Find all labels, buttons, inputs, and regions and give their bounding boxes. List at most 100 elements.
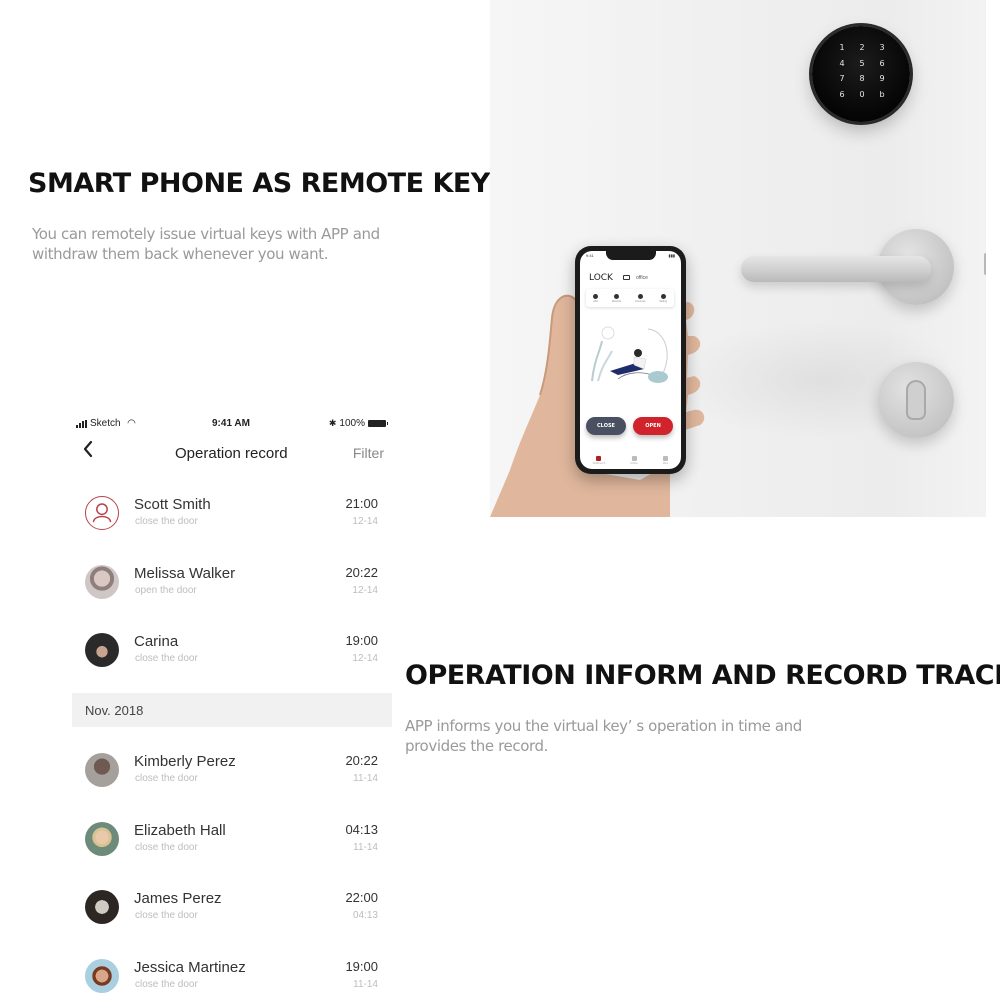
tab-label: Add — [593, 299, 598, 303]
status-bar: Sketch ◠ 9:41 AM ✱ 100% — [72, 418, 392, 432]
tab-label: Records — [611, 299, 622, 303]
phone-tab-bar: Add Records Accounts Setting — [586, 289, 674, 307]
tab-label: Accounts — [635, 299, 646, 303]
phone-notch — [606, 251, 656, 260]
signal-icon — [76, 419, 87, 428]
keypad-key: 6 — [839, 89, 845, 99]
tab-label: Setting — [659, 299, 668, 303]
record-time: 19:00 — [345, 958, 378, 974]
record-row[interactable]: Scott Smith close the door 21:00 12-14 — [72, 490, 392, 540]
tab-icon — [637, 293, 643, 299]
smart-lock-keypad: 1 2 3 4 5 6 7 8 9 6 0 b — [812, 26, 910, 122]
phone-nav-item: Notice — [631, 456, 638, 465]
nav-icon — [631, 456, 637, 461]
avatar — [85, 753, 119, 787]
phone-tab: Add — [592, 293, 598, 303]
record-time: 04:13 — [345, 821, 378, 837]
record-row[interactable]: Carina close the door 19:00 12-14 — [72, 627, 392, 677]
phone-tab: Accounts — [635, 293, 646, 303]
month-section-header: Nov. 2018 — [72, 693, 392, 727]
month-label: Nov. 2018 — [85, 703, 144, 718]
record-name: Melissa Walker — [134, 564, 236, 582]
record-name: Scott Smith — [134, 496, 211, 513]
phone-status-time: 9:41 — [586, 253, 594, 258]
avatar — [85, 633, 119, 667]
keypad-key: 7 — [839, 74, 845, 83]
bluetooth-icon: ✱ — [328, 418, 337, 428]
page-title: Operation record — [175, 445, 288, 462]
keypad-key: 2 — [859, 43, 865, 52]
phone-app-title: LOCK — [589, 273, 613, 283]
record-name: Kimberly Perez — [134, 753, 236, 770]
back-button[interactable] — [82, 440, 94, 462]
keypad-key: 3 — [879, 43, 885, 52]
tab-icon — [592, 293, 598, 299]
phone-device-name: office — [636, 275, 648, 281]
record-date: 12-14 — [352, 584, 378, 596]
product-photo: 1 2 3 4 5 6 7 8 9 6 0 b 9:41 ▮▮▮ LOCK office Add Rec… — [490, 0, 986, 517]
record-action: open the door — [135, 584, 197, 596]
remote-key-headline: SMART PHONE AS REMOTE KEY — [28, 168, 490, 199]
record-row[interactable]: James Perez close the door 22:00 04:13 — [72, 884, 392, 934]
keypad-key: b — [879, 89, 885, 99]
battery-icon — [368, 420, 388, 427]
keypad-key: 4 — [839, 58, 845, 68]
tab-icon — [660, 293, 666, 299]
keypad-digits: 1 2 3 4 5 6 7 8 9 6 0 b — [832, 40, 892, 102]
phone-close-button: CLOSE — [586, 417, 626, 435]
record-date: 11-14 — [353, 773, 378, 784]
keypad-key: 8 — [859, 74, 865, 83]
phone-tab: Setting — [659, 293, 668, 303]
record-time: 20:22 — [345, 564, 378, 580]
status-time: 9:41 AM — [212, 418, 250, 429]
phone-nav-item: Workbench — [592, 456, 606, 465]
record-date: 11-14 — [353, 978, 378, 990]
phone-mockup: 9:41 ▮▮▮ LOCK office Add Records Accounts S… — [575, 246, 686, 474]
record-name: Carina — [134, 633, 179, 650]
remote-key-description: You can remotely issue virtual keys with… — [32, 225, 380, 263]
battery-icon — [623, 275, 630, 280]
avatar — [85, 564, 119, 599]
record-row[interactable]: Elizabeth Hall close the door 04:13 11-14 — [72, 816, 392, 866]
keypad-key: 6 — [879, 58, 885, 68]
record-action: close the door — [135, 773, 198, 784]
operation-record-screen: Sketch ◠ 9:41 AM ✱ 100% Operation record… — [72, 410, 392, 1000]
phone-screen: 9:41 ▮▮▮ LOCK office Add Records Accounts S… — [580, 251, 681, 469]
record-time: 22:00 — [345, 890, 378, 905]
keypad-key: 1 — [839, 43, 845, 52]
navigation-bar: Operation record Filter — [72, 440, 392, 464]
phone-open-button: OPEN — [633, 417, 673, 435]
record-name: James Perez — [134, 890, 222, 907]
relaxing-person-illustration — [591, 326, 668, 383]
record-date: 12-14 — [352, 653, 378, 664]
operation-record-headline: OPERATION INFORM AND RECORD TRACE — [405, 660, 1000, 691]
nav-label: Notice — [630, 462, 638, 465]
record-time: 21:00 — [345, 496, 378, 511]
record-name: Elizabeth Hall — [134, 821, 226, 839]
record-row[interactable]: Jessica Martinez close the door 19:00 11-14 — [72, 953, 392, 1000]
record-date: 04:13 — [352, 910, 378, 921]
nav-label: Workbench — [592, 462, 606, 465]
record-date: 11-14 — [353, 841, 378, 853]
keypad-key: 0 — [859, 89, 865, 99]
nav-icon — [596, 456, 602, 461]
door-latch — [984, 253, 986, 275]
record-action: close the door — [135, 653, 198, 664]
phone-nav-item: Mine — [663, 456, 668, 465]
nav-label: Mine — [662, 462, 669, 465]
filter-button[interactable]: Filter — [353, 445, 384, 461]
record-time: 19:00 — [345, 633, 378, 648]
avatar — [85, 958, 119, 993]
tab-icon — [613, 293, 619, 299]
record-row[interactable]: Melissa Walker open the door 20:22 12-14 — [72, 559, 392, 609]
nav-icon — [663, 456, 669, 461]
avatar — [85, 890, 119, 924]
record-time: 20:22 — [345, 753, 378, 768]
phone-status-icons: ▮▮▮ — [668, 253, 675, 258]
phone-bottom-nav: Workbench Notice Mine — [580, 456, 681, 465]
keyhole-icon — [906, 380, 926, 420]
record-action: close the door — [135, 841, 198, 853]
record-action: close the door — [135, 516, 198, 527]
avatar — [85, 821, 119, 856]
record-row[interactable]: Kimberly Perez close the door 20:22 11-14 — [72, 747, 392, 797]
